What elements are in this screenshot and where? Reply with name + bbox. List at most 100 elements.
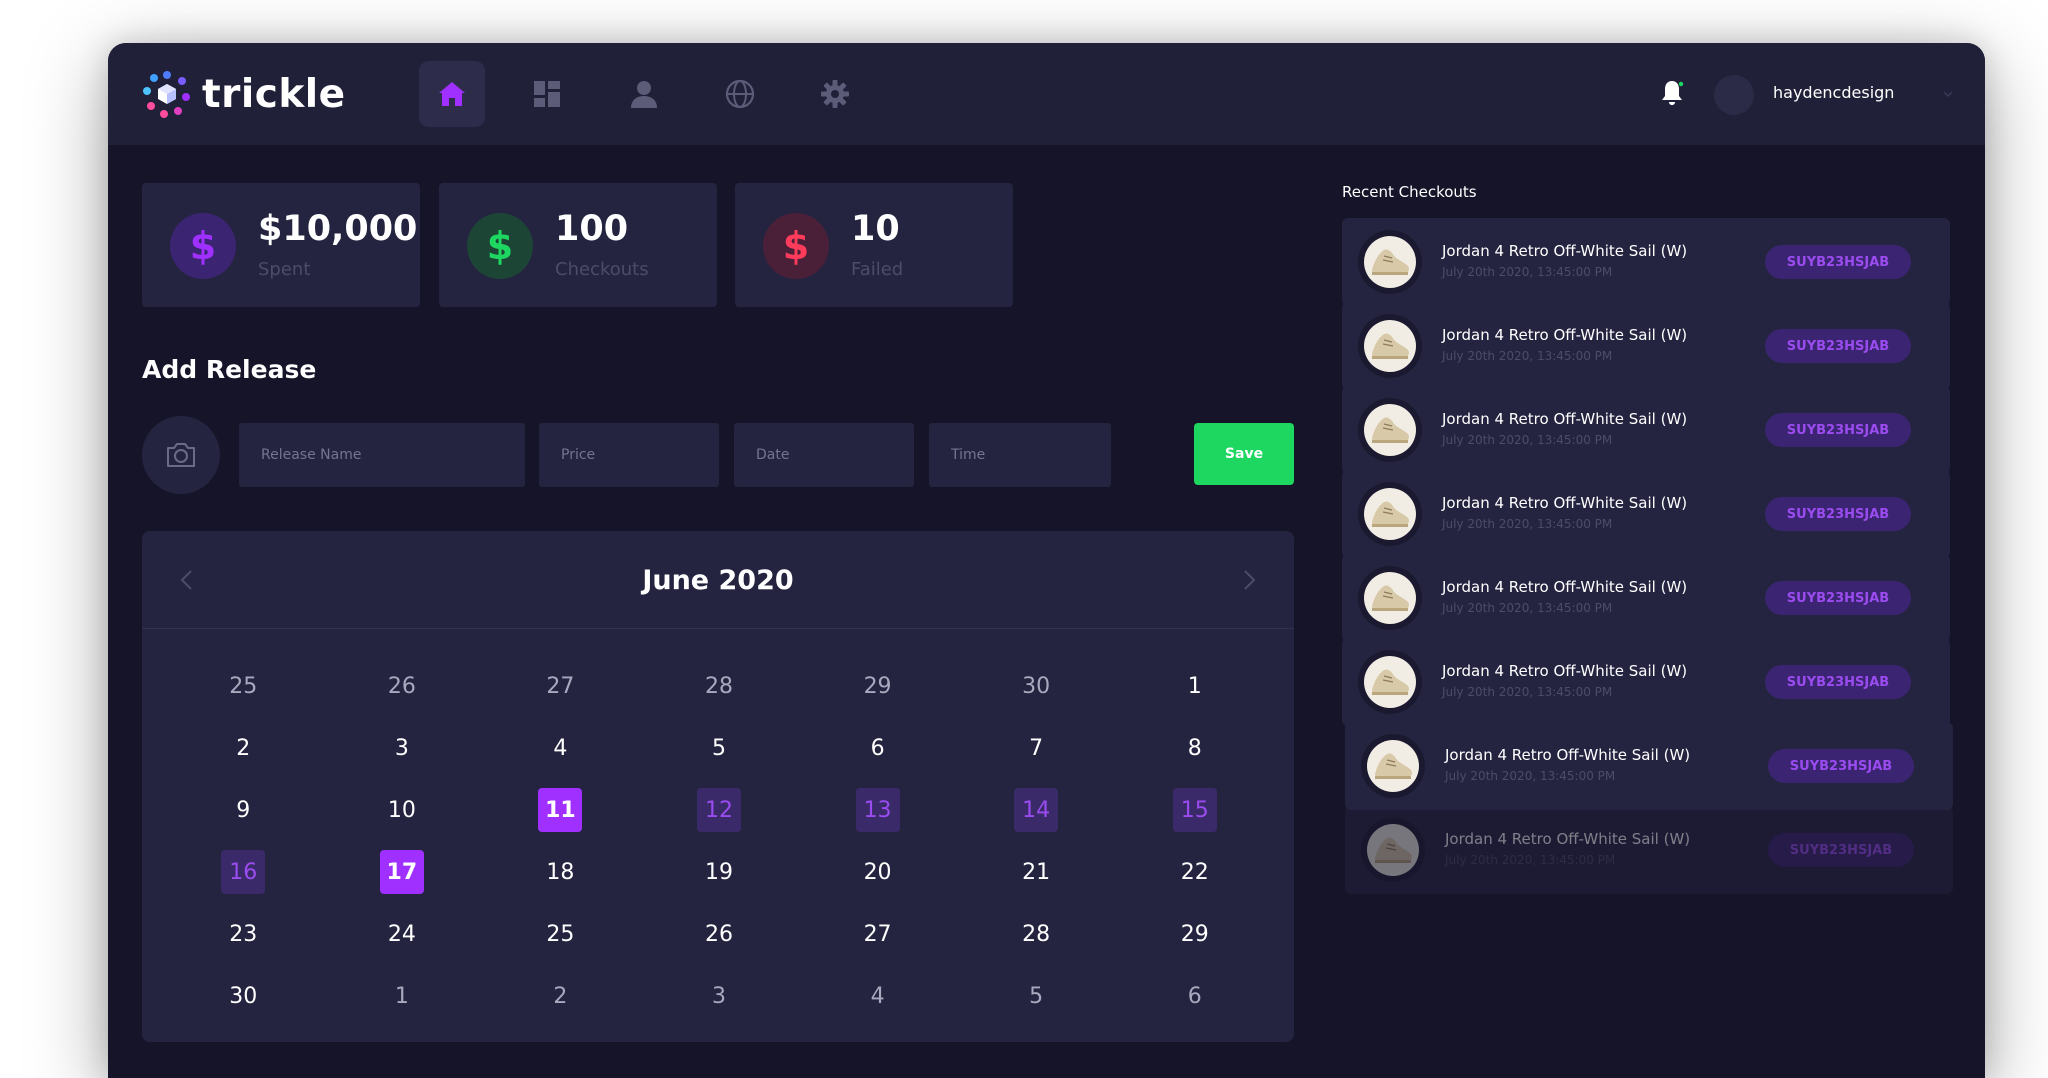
product-thumbnail — [1358, 398, 1422, 462]
chevron-right-icon[interactable] — [1238, 567, 1260, 593]
checkout-date: July 20th 2020, 13:45:00 PM — [1442, 601, 1613, 615]
stat-value: $10,000 — [258, 209, 418, 249]
calendar-day[interactable]: 16 — [164, 841, 323, 903]
stat-card-failed: $ 10 Failed — [735, 183, 1013, 307]
calendar-day[interactable]: 5 — [957, 965, 1116, 1027]
calendar-day[interactable]: 2 — [481, 965, 640, 1027]
calendar-day[interactable]: 27 — [481, 655, 640, 717]
calendar-day-number: 25 — [229, 673, 258, 699]
calendar-day[interactable]: 13 — [798, 779, 957, 841]
calendar-day[interactable]: 20 — [798, 841, 957, 903]
calendar-day-number: 16 — [221, 850, 266, 894]
product-thumbnail — [1358, 566, 1422, 630]
calendar-day[interactable]: 4 — [481, 717, 640, 779]
calendar-day[interactable]: 9 — [164, 779, 323, 841]
calendar-day[interactable]: 25 — [164, 655, 323, 717]
calendar-day[interactable]: 3 — [640, 965, 799, 1027]
product-name: Jordan 4 Retro Off-White Sail (W) — [1442, 662, 1688, 680]
nav-globe-button[interactable] — [707, 61, 773, 127]
product-name: Jordan 4 Retro Off-White Sail (W) — [1442, 242, 1688, 260]
calendar-day[interactable]: 30 — [164, 965, 323, 1027]
checkout-item[interactable]: Jordan 4 Retro Off-White Sail (W) July 20… — [1342, 470, 1950, 558]
camera-icon — [167, 443, 195, 467]
calendar-day[interactable]: 26 — [640, 903, 799, 965]
order-code-badge[interactable]: SUYB23HSJAB — [1768, 833, 1914, 867]
calendar-day[interactable]: 27 — [798, 903, 957, 965]
order-code-badge[interactable]: SUYB23HSJAB — [1765, 665, 1911, 699]
calendar-day-number: 15 — [1172, 788, 1217, 832]
calendar-day[interactable]: 29 — [798, 655, 957, 717]
calendar-day[interactable]: 19 — [640, 841, 799, 903]
calendar-day[interactable]: 28 — [640, 655, 799, 717]
checkout-item[interactable]: Jordan 4 Retro Off-White Sail (W) July 20… — [1342, 554, 1950, 642]
calendar-day[interactable]: 1 — [1115, 655, 1274, 717]
calendar-day-number: 20 — [863, 859, 892, 885]
price-input[interactable] — [539, 423, 719, 487]
calendar-day[interactable]: 11 — [481, 779, 640, 841]
checkout-item[interactable]: Jordan 4 Retro Off-White Sail (W) July 20… — [1345, 722, 1953, 810]
calendar-day[interactable]: 2 — [164, 717, 323, 779]
calendar-day[interactable]: 3 — [323, 717, 482, 779]
order-code-badge[interactable]: SUYB23HSJAB — [1765, 413, 1911, 447]
time-input[interactable] — [929, 423, 1111, 487]
checkout-date: July 20th 2020, 13:45:00 PM — [1442, 517, 1613, 531]
calendar-day[interactable]: 15 — [1115, 779, 1274, 841]
nav-home-button[interactable] — [419, 61, 485, 127]
calendar-day-number: 23 — [229, 921, 258, 947]
calendar-day[interactable]: 30 — [957, 655, 1116, 717]
order-code-badge[interactable]: SUYB23HSJAB — [1765, 497, 1911, 531]
nav-settings-button[interactable] — [802, 61, 868, 127]
bell-icon[interactable] — [1656, 77, 1688, 109]
order-code-badge[interactable]: SUYB23HSJAB — [1765, 329, 1911, 363]
calendar-day[interactable]: 23 — [164, 903, 323, 965]
calendar-day[interactable]: 22 — [1115, 841, 1274, 903]
calendar-day[interactable]: 6 — [1115, 965, 1274, 1027]
checkout-item[interactable]: Jordan 4 Retro Off-White Sail (W) July 20… — [1342, 638, 1950, 726]
order-code-badge[interactable]: SUYB23HSJAB — [1765, 245, 1911, 279]
order-code-badge[interactable]: SUYB23HSJAB — [1765, 581, 1911, 615]
checkout-item[interactable]: Jordan 4 Retro Off-White Sail (W) July 20… — [1342, 218, 1950, 306]
calendar-day[interactable]: 7 — [957, 717, 1116, 779]
nav-dashboard-button[interactable] — [514, 61, 580, 127]
checkout-item[interactable]: Jordan 4 Retro Off-White Sail (W) July 20… — [1345, 806, 1953, 894]
upload-image-button[interactable] — [142, 416, 220, 494]
calendar-day[interactable]: 4 — [798, 965, 957, 1027]
checkout-item[interactable]: Jordan 4 Retro Off-White Sail (W) July 20… — [1342, 386, 1950, 474]
calendar-day[interactable]: 28 — [957, 903, 1116, 965]
calendar-day[interactable]: 29 — [1115, 903, 1274, 965]
product-thumbnail — [1358, 650, 1422, 714]
nav-user-button[interactable] — [611, 61, 677, 127]
username[interactable]: haydencdesign — [1773, 83, 1894, 102]
calendar-day-number: 6 — [870, 735, 885, 761]
user-avatar[interactable] — [1714, 75, 1754, 115]
calendar-day[interactable]: 10 — [323, 779, 482, 841]
release-name-input[interactable] — [239, 423, 525, 487]
order-code-badge[interactable]: SUYB23HSJAB — [1768, 749, 1914, 783]
sneaker-image — [1364, 488, 1416, 540]
sneaker-image — [1364, 572, 1416, 624]
stat-card-spent: $ $10,000 Spent — [142, 183, 420, 307]
sneaker-icon — [1372, 333, 1409, 359]
calendar-day[interactable]: 14 — [957, 779, 1116, 841]
sneaker-icon — [1372, 669, 1409, 695]
calendar-day-number: 27 — [863, 921, 892, 947]
date-input[interactable] — [734, 423, 914, 487]
calendar-day[interactable]: 18 — [481, 841, 640, 903]
sneaker-icon — [1375, 837, 1412, 863]
logo[interactable]: trickle — [140, 67, 346, 121]
calendar-day[interactable]: 1 — [323, 965, 482, 1027]
calendar-day[interactable]: 24 — [323, 903, 482, 965]
calendar-day-number: 25 — [546, 921, 575, 947]
calendar-day[interactable]: 21 — [957, 841, 1116, 903]
calendar-day[interactable]: 8 — [1115, 717, 1274, 779]
calendar-day[interactable]: 26 — [323, 655, 482, 717]
save-button[interactable]: Save — [1194, 423, 1294, 485]
calendar-day[interactable]: 17 — [323, 841, 482, 903]
checkout-item[interactable]: Jordan 4 Retro Off-White Sail (W) July 20… — [1342, 302, 1950, 390]
calendar-day[interactable]: 5 — [640, 717, 799, 779]
chevron-down-icon[interactable] — [1941, 87, 1955, 101]
calendar-day[interactable]: 6 — [798, 717, 957, 779]
calendar-day-number: 14 — [1014, 788, 1059, 832]
calendar-day[interactable]: 12 — [640, 779, 799, 841]
calendar-day[interactable]: 25 — [481, 903, 640, 965]
